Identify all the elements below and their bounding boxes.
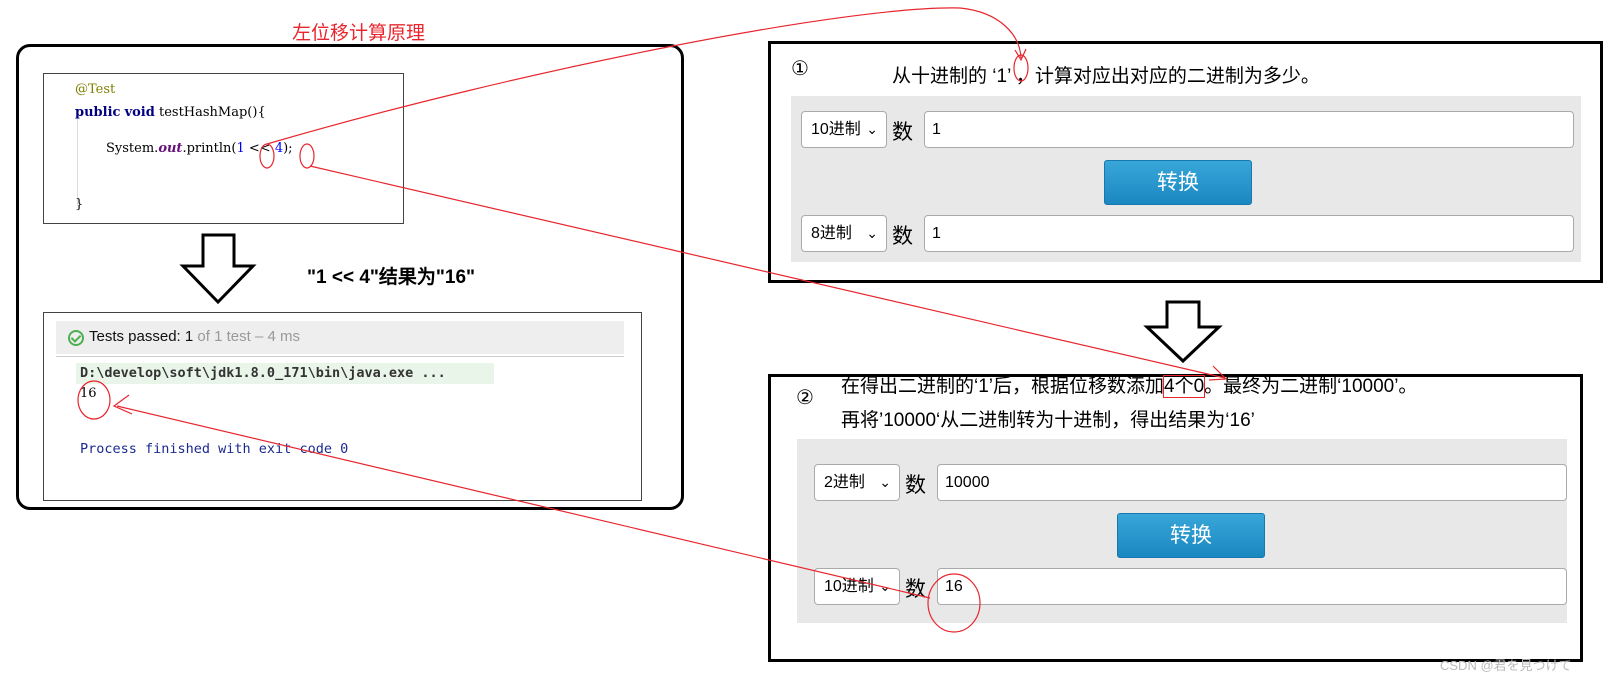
circle-result-16 [927, 573, 981, 633]
circle-code-4 [299, 143, 315, 169]
circle-console-16 [77, 380, 111, 420]
annotation-overlay [77, 7, 1228, 633]
connector-4-to-zeros [309, 165, 1226, 379]
connector-1-to-step1 [266, 7, 1022, 145]
circle-code-1 [259, 143, 275, 169]
down-arrow-right [1143, 300, 1223, 364]
down-arrow-left [179, 233, 257, 305]
connector-16-to-console [116, 405, 931, 599]
